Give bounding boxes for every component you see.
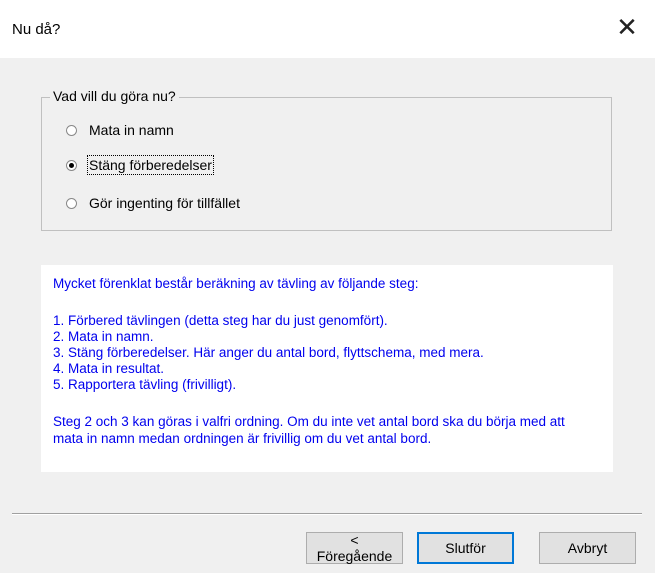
info-note: Steg 2 och 3 kan göras i valfri ordning.… — [53, 414, 565, 429]
radio-button-unchecked[interactable] — [66, 197, 77, 209]
info-intro: Mycket förenklat består beräkning av täv… — [53, 276, 419, 291]
info-step: 4. Mata in resultat. — [53, 361, 165, 376]
radio-label: Stäng förberedelser — [87, 155, 214, 175]
title-bar: Nu då? ✕ — [0, 0, 655, 58]
info-textbox: Mycket förenklat består beräkning av täv… — [41, 265, 613, 472]
info-step: 5. Rapportera tävling (frivilligt). — [53, 377, 237, 392]
radio-option-gor-ingenting[interactable]: Gör ingenting för tillfället — [66, 195, 240, 211]
finish-button[interactable]: Slutför — [417, 532, 514, 564]
cancel-button[interactable]: Avbryt — [539, 532, 636, 564]
info-note: mata in namn medan ordningen är frivilli… — [53, 431, 432, 446]
radio-label: Mata in namn — [89, 122, 174, 138]
radio-button-unchecked[interactable] — [66, 124, 77, 136]
radio-button-checked[interactable] — [66, 159, 77, 171]
radio-option-stang-forberedelser[interactable]: Stäng förberedelser — [66, 155, 214, 175]
radio-option-mata-in-namn[interactable]: Mata in namn — [66, 122, 174, 138]
info-step: 1. Förbered tävlingen (detta steg har du… — [53, 313, 388, 328]
close-icon[interactable]: ✕ — [613, 14, 641, 42]
action-groupbox: Vad vill du göra nu? Mata in namn Stäng … — [41, 88, 612, 231]
window-title: Nu då? — [12, 21, 61, 38]
groupbox-legend: Vad vill du göra nu? — [50, 88, 179, 104]
info-step: 2. Mata in namn. — [53, 329, 154, 344]
radio-label: Gör ingenting för tillfället — [89, 195, 240, 211]
info-step: 3. Stäng förberedelser. Här anger du ant… — [53, 345, 484, 360]
previous-button[interactable]: < Föregående — [306, 532, 403, 564]
separator — [12, 513, 642, 515]
